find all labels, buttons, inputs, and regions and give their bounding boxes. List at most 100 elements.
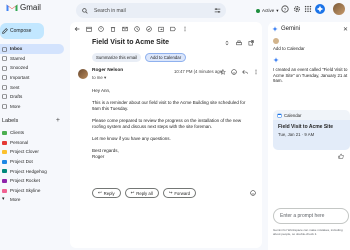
draft-icon xyxy=(2,94,7,100)
sender-name[interactable]: Roger Nelson xyxy=(92,68,123,73)
star-icon[interactable] xyxy=(220,69,226,75)
mark-unread-icon[interactable] xyxy=(122,26,128,32)
label-item-project-clover[interactable]: Project Clover xyxy=(0,147,64,157)
reply-all-button[interactable]: ↩ Reply all xyxy=(124,188,159,198)
inbox-icon xyxy=(2,46,7,52)
event-time: Tue, Jan 21 · 9 AM xyxy=(278,132,315,137)
search-icon xyxy=(82,7,88,14)
summarize-chip[interactable]: Summarize this email xyxy=(92,53,142,62)
reply-actions: ↩ Reply ↩ Reply all ↪ Forward xyxy=(92,188,197,198)
sidebar-item-inbox[interactable]: Inbox xyxy=(0,44,64,54)
gemini-prompt-input[interactable]: Enter a prompt here xyxy=(273,208,349,224)
body-paragraph: Let me know if you have any questions. xyxy=(92,136,171,141)
back-arrow-icon[interactable] xyxy=(74,26,80,32)
label-item-text: Project Dot xyxy=(10,159,33,165)
label-item-more[interactable]: ▾ More xyxy=(0,195,64,205)
print-icon[interactable] xyxy=(236,40,242,46)
label-item-text: Project Clover xyxy=(10,149,39,155)
label-item-project-rocket[interactable]: Project Rocket xyxy=(0,176,64,186)
apps-grid-icon[interactable] xyxy=(304,5,312,13)
top-bar: Gmail Search in mail Active ▾ ? xyxy=(0,0,350,22)
label-icon[interactable] xyxy=(170,26,176,32)
sidebar-item-starred[interactable]: Starred xyxy=(0,54,64,64)
gmail-logo[interactable]: Gmail xyxy=(6,3,41,12)
summarize-chip-label: Summarize this email xyxy=(96,55,138,60)
help-icon[interactable]: ? xyxy=(281,5,289,13)
calendar-event-card[interactable]: Calendar Field Visit to Acme Site Tue, J… xyxy=(273,110,350,150)
sidebar-item-sent[interactable]: Sent xyxy=(0,82,64,92)
emoji-react-icon[interactable] xyxy=(231,69,237,75)
account-avatar[interactable] xyxy=(333,3,345,15)
compose-label: Compose xyxy=(10,28,32,34)
calendar-card-body: Field Visit to Acme Site Tue, Jan 21 · 9… xyxy=(273,120,350,150)
add-task-icon[interactable] xyxy=(146,26,152,32)
label-color-icon xyxy=(2,140,7,145)
expand-icon[interactable] xyxy=(224,40,230,46)
sidebar-item-drafts[interactable]: Drafts xyxy=(0,92,64,102)
status-selector[interactable]: Active ▾ xyxy=(252,5,283,16)
snooze-icon[interactable] xyxy=(134,26,140,32)
email-toolbar xyxy=(74,26,188,34)
label-item-project-dot[interactable]: Project Dot xyxy=(0,157,64,167)
important-icon xyxy=(2,75,7,81)
add-label-icon[interactable]: + xyxy=(56,117,60,124)
more-vert-icon[interactable] xyxy=(253,69,259,75)
reply-button[interactable]: ↩ Reply xyxy=(92,188,121,198)
add-to-calendar-chip[interactable]: Add to Calendar xyxy=(145,53,187,62)
archive-icon[interactable] xyxy=(86,26,92,32)
label-item-text: Project Hedgehog xyxy=(10,168,47,174)
sidebar-item-more[interactable]: More xyxy=(0,102,64,112)
event-title: Field Visit to Acme Site xyxy=(278,124,334,130)
sidebar-item-important[interactable]: Important xyxy=(0,73,64,83)
status-dot xyxy=(256,8,260,13)
label-item-text: Project Rocket xyxy=(10,178,40,184)
sender-avatar[interactable] xyxy=(78,69,88,79)
label-item-text: Project Skyline xyxy=(10,187,41,193)
label-color-icon xyxy=(2,131,7,135)
search-options-icon[interactable] xyxy=(214,7,221,14)
sidebar-item-label: Snoozed xyxy=(10,65,29,71)
reply-icon[interactable] xyxy=(242,69,248,75)
gmail-logo-text: Gmail xyxy=(20,3,41,12)
label-color-icon xyxy=(2,150,7,155)
more-vert-icon[interactable] xyxy=(182,26,188,32)
forward-icon: ↪ xyxy=(168,190,173,195)
reply-all-icon: ↩ xyxy=(130,190,135,195)
recipient-line[interactable]: to me ▾ xyxy=(92,75,106,81)
user-prompt: Add to Calendar xyxy=(273,46,305,51)
label-color-icon xyxy=(2,169,7,174)
forward-button[interactable]: ↪ Forward xyxy=(162,188,197,198)
labels-heading: Labels + xyxy=(0,117,64,124)
close-icon[interactable]: ✕ xyxy=(343,26,348,33)
thumbs-up-icon[interactable] xyxy=(338,153,344,159)
pencil-icon xyxy=(2,28,8,34)
label-item-text: Personal xyxy=(10,139,29,145)
emoji-icon[interactable] xyxy=(250,190,256,196)
label-item-project-skyline[interactable]: Project Skyline xyxy=(0,186,64,196)
reply-all-label: Reply all xyxy=(136,190,153,196)
label-item-text: More xyxy=(10,197,21,203)
open-new-window-icon[interactable] xyxy=(248,40,254,46)
label-item-personal[interactable]: Personal xyxy=(0,138,64,148)
search-input[interactable]: Search in mail xyxy=(76,3,226,18)
label-color-icon xyxy=(2,159,7,164)
gemini-prompt-placeholder: Enter a prompt here xyxy=(280,213,325,219)
delete-icon[interactable] xyxy=(110,26,116,32)
gemini-button[interactable] xyxy=(315,4,325,14)
label-item-clients[interactable]: Clients xyxy=(0,128,64,138)
forward-label: Forward xyxy=(174,190,191,196)
compose-button[interactable]: Compose xyxy=(0,23,44,39)
gemini-header: Gemini xyxy=(272,26,300,32)
label-item-project-hedgehog[interactable]: Project Hedgehog xyxy=(0,166,64,176)
body-paragraph: Please come prepared to review the progr… xyxy=(92,118,242,129)
gear-icon[interactable] xyxy=(293,5,301,13)
email-date: 10:47 PM (4 minutes ago) xyxy=(174,69,224,74)
move-to-icon[interactable] xyxy=(158,26,164,32)
sidebar-item-label: Important xyxy=(10,75,30,81)
sidebar-item-snoozed[interactable]: Snoozed xyxy=(0,63,64,73)
add-to-calendar-chip-label: Add to Calendar xyxy=(150,55,182,60)
calendar-card-header: Calendar xyxy=(273,110,350,120)
chevron-down-icon: ▾ xyxy=(2,196,5,203)
chevron-down-icon: ▾ xyxy=(276,7,279,13)
report-spam-icon[interactable] xyxy=(98,26,104,32)
